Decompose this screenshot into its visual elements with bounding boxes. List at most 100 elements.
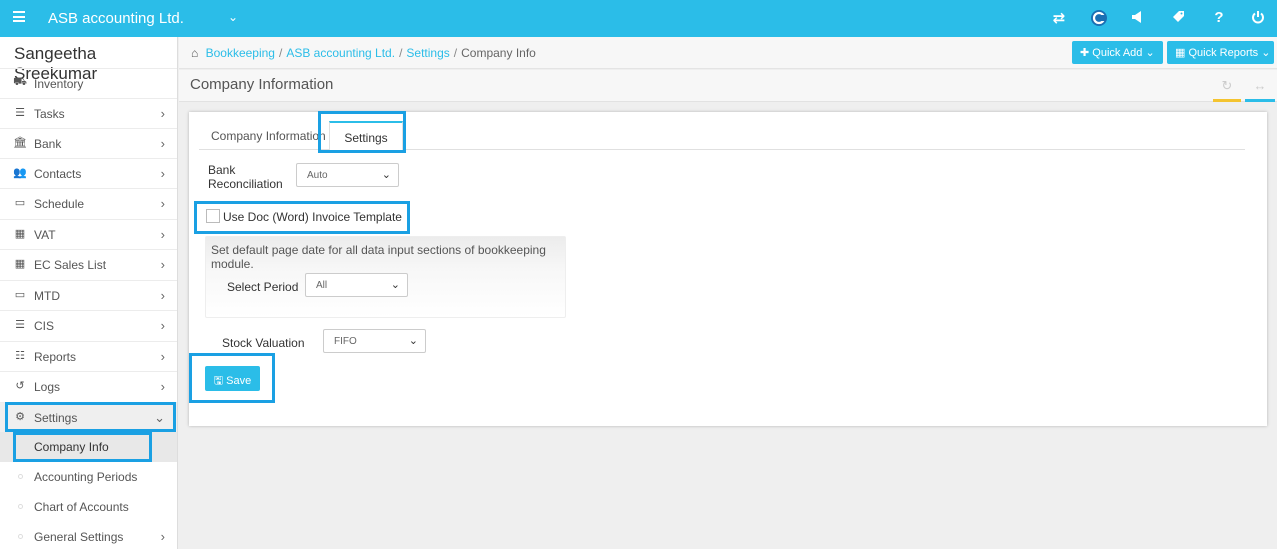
chevron-right-icon: › [160,196,165,211]
chevron-right-icon: › [160,106,165,121]
chevron-right-icon: › [160,529,165,544]
settings-panel: Company Information Settings Bank Reconc… [189,112,1267,426]
tab-bar: Company Information Settings [199,121,1245,151]
sidebar-subitem-label: Accounting Periods [34,470,138,484]
select-period-value: All [316,280,328,291]
plus-icon: ✚ [1080,47,1090,59]
sidebar-item-ec-sales-list[interactable]: ▦ EC Sales List › [0,249,177,279]
bullet-icon [18,474,23,479]
sidebar-item-cis[interactable]: ☰ CIS › [0,310,177,340]
sidebar: Sangeetha Sreekumar ⛟ Inventory ☰ Tasks … [0,37,178,549]
sidebar-item-label: Logs [34,380,61,394]
select-period-select[interactable]: All ⌄ [305,273,408,297]
page-title: Company Information [190,76,334,93]
stock-valuation-value: FIFO [334,336,357,347]
chevron-right-icon: › [160,288,165,303]
company-dropdown-icon[interactable]: ⌄ [228,10,238,24]
c-logo-icon[interactable] [1089,8,1109,32]
sidebar-item-label: EC Sales List [34,258,107,272]
power-icon[interactable] [1248,10,1268,28]
sidebar-item-tasks[interactable]: ☰ Tasks › [0,98,177,128]
stock-valuation-select[interactable]: FIFO ⌄ [323,329,426,353]
breadcrumb-current: Company Info [461,46,536,60]
sidebar-subitem-accounting-periods[interactable]: Accounting Periods [0,462,177,492]
page-header: Company Information ↻ ↔ [179,70,1277,102]
calculator-icon: ▦ [14,258,26,270]
chevron-down-icon: ⌄ [381,169,391,181]
sidebar-subitem-label: Company Info [34,440,109,454]
floppy-icon: 🖫 [213,375,224,387]
breadcrumb-bookkeeping[interactable]: Bookkeeping [206,46,275,60]
breadcrumb-separator: / [278,46,283,60]
sidebar-item-mtd[interactable]: ▭ MTD › [0,280,177,310]
quick-reports-button[interactable]: ▦ Quick Reports ⌄ [1167,41,1274,64]
sidebar-subitem-company-info[interactable]: Company Info [0,432,177,462]
doc-template-checkbox[interactable] [206,209,220,223]
breadcrumb-company[interactable]: ASB accounting Ltd. [286,46,395,60]
sidebar-item-label: Tasks [34,107,65,121]
sidebar-item-label: Bank [34,137,62,151]
sidebar-item-label: Schedule [34,197,85,211]
bullet-icon [18,534,23,539]
chevron-down-icon: ⌄ [1261,47,1271,59]
select-period-label: Select Period [227,280,299,294]
save-button[interactable]: 🖫 Save [205,366,260,391]
megaphone-icon[interactable] [1128,10,1148,28]
swap-icon[interactable]: ⇄ [1049,9,1069,27]
sidebar-item-label: VAT [34,228,56,242]
list-icon: ☷ [15,350,25,362]
sidebar-item-schedule[interactable]: ▭ Schedule › [0,188,177,218]
bank-reconciliation-value: Auto [307,170,328,181]
sidebar-subitem-chart-of-accounts[interactable]: Chart of Accounts [0,492,177,522]
sidebar-subitem-label: General Settings [34,530,124,544]
tag-icon[interactable] [1168,10,1188,28]
chevron-right-icon: › [160,379,165,394]
home-icon[interactable]: ⌂ [191,46,198,60]
bank-label-line1: Bank [208,163,236,177]
sidebar-item-reports[interactable]: ☷ Reports › [0,341,177,371]
expand-icon[interactable]: ↔ [1245,78,1275,102]
sidebar-item-contacts[interactable]: 👥 Contacts › [0,158,177,188]
sidebar-subitem-general-settings[interactable]: General Settings › [0,522,177,549]
bullet-icon [18,504,23,509]
calculator-icon: ▦ [14,228,26,240]
chevron-right-icon: › [160,318,165,333]
help-icon[interactable]: ? [1209,9,1229,26]
sidebar-item-inventory[interactable]: ⛟ Inventory [0,68,177,98]
save-label: Save [226,375,252,387]
tasks-icon: ☰ [15,107,25,119]
calendar-icon: ▭ [14,197,26,209]
sidebar-item-bank[interactable]: 🏛 Bank › [0,128,177,158]
chevron-down-icon: ⌄ [408,335,418,347]
breadcrumb-settings[interactable]: Settings [406,46,449,60]
sidebar-item-settings[interactable]: ⚙ Settings ⌄ [0,402,177,432]
doc-template-label[interactable]: Use Doc (Word) Invoice Template [223,210,402,224]
hamburger-icon[interactable] [13,11,25,22]
sidebar-item-label: Settings [34,411,78,425]
breadcrumb: ⌂ Bookkeeping / ASB accounting Ltd. / Settin… [191,46,536,60]
users-icon: 👥 [13,167,27,179]
list-icon: ☰ [15,319,25,331]
quick-add-button[interactable]: ✚ Quick Add ⌄ [1072,41,1163,64]
calendar-icon: ▭ [14,289,26,301]
breadcrumb-separator: / [453,46,458,60]
tab-company-information[interactable]: Company Information [211,121,326,150]
sidebar-item-label: Inventory [34,77,84,91]
bank-reconciliation-select[interactable]: Auto ⌄ [296,163,399,187]
sidebar-item-vat[interactable]: ▦ VAT › [0,219,177,249]
sidebar-item-label: MTD [34,289,60,303]
tab-settings[interactable]: Settings [329,121,403,151]
company-name[interactable]: ASB accounting Ltd. [48,10,184,27]
top-bar: ASB accounting Ltd. ⌄ ⇄ ? [0,0,1277,37]
quick-add-label: Quick Add [1092,47,1143,59]
chevron-down-icon: ⌄ [154,410,165,425]
chevron-right-icon: › [160,227,165,242]
history-icon: ↺ [15,380,25,392]
sidebar-item-label: Contacts [34,167,82,181]
sidebar-subitem-label: Chart of Accounts [34,500,129,514]
sidebar-item-logs[interactable]: ↺ Logs › [0,371,177,401]
refresh-icon[interactable]: ↻ [1213,78,1241,102]
chevron-right-icon: › [160,136,165,151]
chevron-right-icon: › [160,349,165,364]
chevron-down-icon: ⌄ [1145,47,1155,59]
